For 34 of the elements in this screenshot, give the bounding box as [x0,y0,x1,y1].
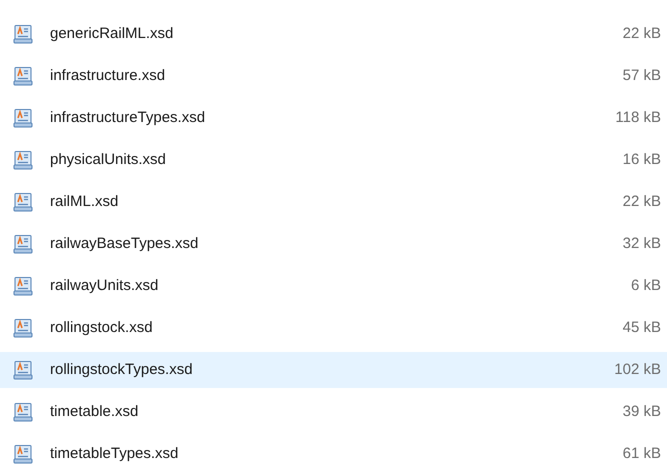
file-row[interactable]: rollingstockTypes.xsd 102 kB [0,352,667,388]
file-name: rollingstock.xsd [50,318,153,338]
document-icon [13,276,33,296]
document-icon [13,150,33,170]
file-size: 57 kB [622,66,661,86]
document-icon [13,66,33,86]
file-size: 16 kB [622,150,661,170]
file-name: genericRailML.xsd [50,24,174,44]
document-icon [13,108,33,128]
file-size: 61 kB [622,444,661,464]
document-icon [13,402,33,422]
file-size: 6 kB [630,276,661,296]
document-icon [13,444,33,464]
file-name: railwayUnits.xsd [50,276,158,296]
file-size: 45 kB [622,318,661,338]
file-name: infrastructureTypes.xsd [50,108,206,128]
file-name: railML.xsd [50,192,118,212]
file-name: physicalUnits.xsd [50,150,166,170]
file-size: 22 kB [622,24,661,44]
file-size: 22 kB [622,192,661,212]
file-size: 39 kB [622,402,661,422]
file-size: 118 kB [615,108,661,128]
document-icon [13,234,33,254]
file-name: infrastructure.xsd [50,66,166,86]
document-icon [13,192,33,212]
file-size: 32 kB [622,234,661,254]
file-size: 102 kB [614,360,661,380]
document-icon [13,360,33,380]
file-name: railwayBaseTypes.xsd [50,234,198,254]
file-name: timetable.xsd [50,402,138,422]
document-icon [13,318,33,338]
document-icon [13,24,33,44]
file-name: timetableTypes.xsd [50,444,178,464]
file-name: rollingstockTypes.xsd [50,360,193,380]
